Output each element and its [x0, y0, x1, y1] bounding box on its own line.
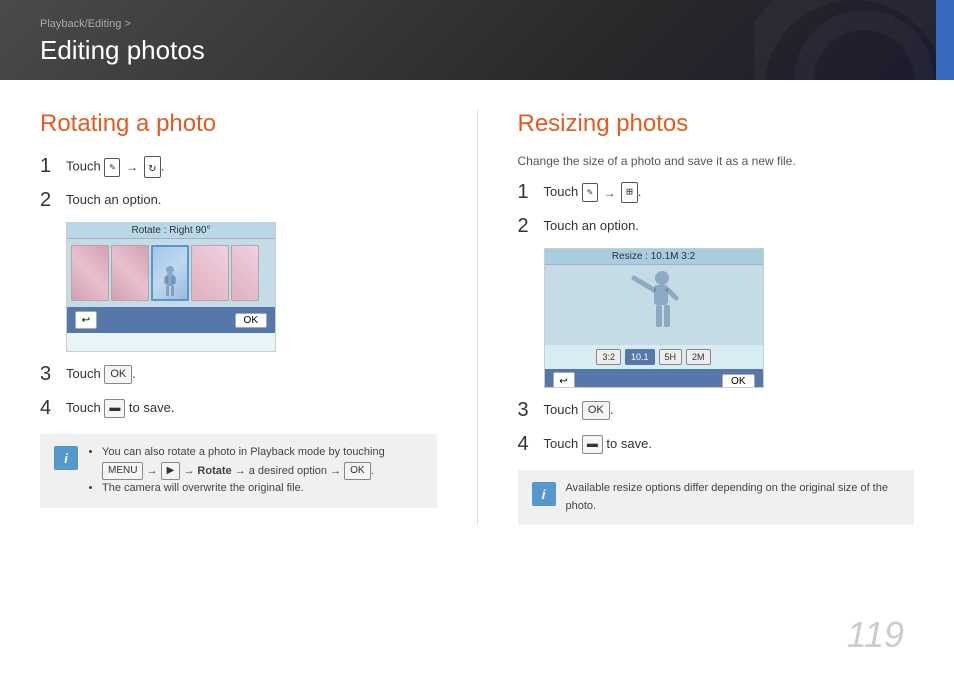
resize-bottom-bar: ↩ OK — [545, 369, 763, 388]
arrow-icon: → — [126, 158, 138, 176]
resize-opt-2m[interactable]: 2M — [686, 349, 711, 365]
step-3-text: Touch OK. — [66, 362, 136, 384]
screen-rotate-label: Rotate : Right 90° — [67, 223, 275, 239]
resize-silhouette-svg — [624, 268, 684, 343]
silhouette-svg — [160, 264, 180, 299]
resize-step-1-text: Touch ✎ → ⊞. — [544, 180, 642, 203]
edit-icon: ✎ — [104, 158, 120, 177]
step-num-1: 1 — [40, 154, 58, 178]
resize-step-4: 4 Touch ▬ to save. — [518, 432, 915, 456]
screen-bottom-bar: ↩ OK — [67, 307, 275, 333]
menu-btn: MENU — [102, 462, 143, 480]
resize-subtitle: Change the size of a photo and save it a… — [518, 154, 915, 168]
resize-opt-3-2[interactable]: 3:2 — [596, 349, 621, 365]
right-section: Resizing photos Change the size of a pho… — [518, 110, 915, 525]
arrow-icon-2: → — [603, 184, 615, 202]
resize-note-text: Available resize options differ dependin… — [566, 480, 901, 515]
column-divider — [477, 110, 478, 525]
save-icon-inline: ▬ — [104, 399, 125, 418]
resize-step-num-3: 3 — [518, 398, 536, 422]
resize-step-num-2: 2 — [518, 214, 536, 238]
rotate-icon: ↻ — [144, 156, 161, 178]
resize-back-btn[interactable]: ↩ — [553, 372, 575, 388]
main-content: Rotating a photo 1 Touch ✎ → ↻. 2 Touch … — [0, 80, 954, 545]
resize-step-3: 3 Touch OK. — [518, 398, 915, 422]
rotate-section-title: Rotating a photo — [40, 110, 437, 138]
rotate-step-3: 3 Touch OK. — [40, 362, 437, 386]
resize-opt-5h[interactable]: 5H — [659, 349, 683, 365]
ok-btn-note: OK — [344, 462, 370, 480]
thumb-2 — [111, 245, 149, 301]
resize-ok-btn[interactable]: OK — [722, 374, 754, 389]
resize-opt-10m[interactable]: 10.1 — [625, 349, 655, 365]
thumb-4 — [231, 245, 259, 301]
note-icon: i — [54, 446, 78, 470]
step-1-text: Touch ✎ → ↻. — [66, 154, 164, 178]
resize-note-box: i Available resize options differ depend… — [518, 470, 915, 525]
resize-ok-inline: OK — [582, 401, 610, 420]
step-2-text: Touch an option. — [66, 188, 161, 210]
blue-tab-accent — [936, 0, 954, 80]
page-title: Editing photos — [40, 35, 205, 66]
ok-inline-btn: OK — [104, 365, 132, 384]
resize-screen-body — [545, 265, 763, 345]
page-header: Playback/Editing > Editing photos — [0, 0, 954, 80]
step-4-text: Touch ▬ to save. — [66, 396, 174, 418]
breadcrumb: Playback/Editing > — [40, 18, 131, 30]
resize-option-row: 3:2 10.1 5H 2M — [545, 345, 763, 369]
resize-step-2-text: Touch an option. — [544, 214, 639, 236]
rotate-step-1: 1 Touch ✎ → ↻. — [40, 154, 437, 178]
thumb-1 — [71, 245, 109, 301]
thumb-selected — [151, 245, 189, 301]
rotate-step-2: 2 Touch an option. — [40, 188, 437, 212]
resize-save-icon: ▬ — [582, 435, 603, 454]
resize-screen-label: Resize : 10.1M 3:2 — [545, 249, 763, 265]
resize-step-3-text: Touch OK. — [544, 398, 614, 420]
resize-step-num-1: 1 — [518, 180, 536, 204]
page-number: 119 — [847, 614, 904, 656]
step-num-2: 2 — [40, 188, 58, 212]
play-btn: ▶ — [161, 462, 181, 480]
step-num-3: 3 — [40, 362, 58, 386]
edit-icon-2: ✎ — [582, 183, 598, 202]
ok-button-screen[interactable]: OK — [235, 313, 267, 328]
back-button-screen[interactable]: ↩ — [75, 311, 97, 329]
resize-step-4-text: Touch ▬ to save. — [544, 432, 652, 454]
resize-step-num-4: 4 — [518, 432, 536, 456]
rotate-camera-screen: Rotate : Right 90° — [66, 222, 276, 352]
resize-camera-screen: Resize : 10.1M 3:2 3:2 10.1 5H 2 — [544, 248, 764, 388]
header-decoration — [754, 0, 954, 80]
thumb-3 — [191, 245, 229, 301]
note-text: You can also rotate a photo in Playback … — [88, 444, 423, 498]
thumbnail-row — [67, 239, 275, 307]
left-section: Rotating a photo 1 Touch ✎ → ↻. 2 Touch … — [40, 110, 437, 525]
step-num-4: 4 — [40, 396, 58, 420]
rotate-note-box: i You can also rotate a photo in Playbac… — [40, 434, 437, 508]
resize-icon: ⊞ — [621, 182, 638, 203]
resize-step-2: 2 Touch an option. — [518, 214, 915, 238]
resize-note-icon: i — [532, 482, 556, 506]
resize-step-1: 1 Touch ✎ → ⊞. — [518, 180, 915, 204]
resize-section-title: Resizing photos — [518, 110, 915, 138]
rotate-step-4: 4 Touch ▬ to save. — [40, 396, 437, 420]
